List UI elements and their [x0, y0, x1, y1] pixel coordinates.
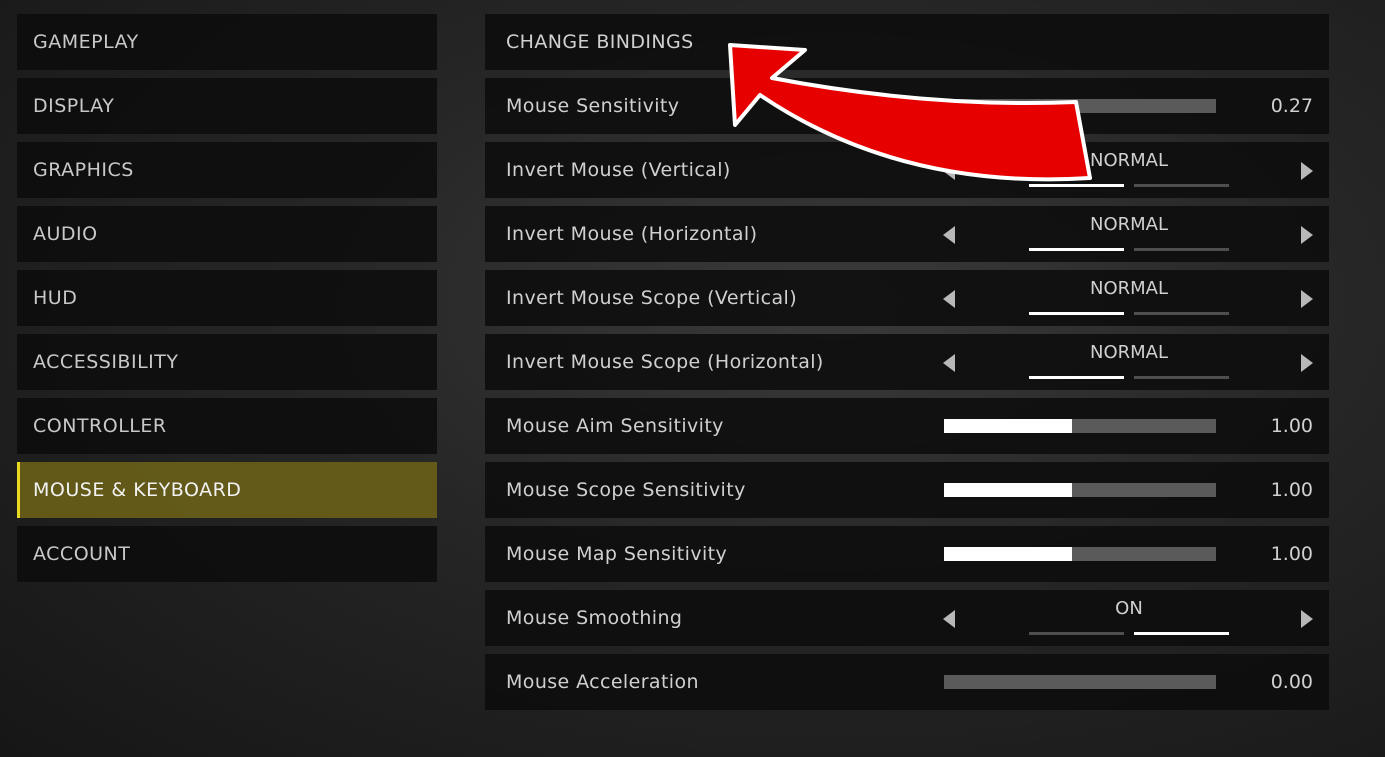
slider-track[interactable] — [944, 675, 1216, 689]
sidebar-item-audio[interactable]: AUDIO — [17, 206, 437, 262]
arrow-right-icon[interactable] — [1301, 290, 1313, 308]
slider-track[interactable] — [944, 99, 1216, 113]
setting-row: Invert Mouse Scope (Horizontal) NORMAL — [485, 334, 1329, 390]
arrow-left-icon[interactable] — [943, 162, 955, 180]
sidebar-item-label: ACCESSIBILITY — [33, 351, 179, 373]
slider-fill — [944, 99, 953, 113]
arrow-left-icon[interactable] — [943, 610, 955, 628]
option-indicator — [1029, 248, 1124, 251]
setting-row: Invert Mouse (Vertical) NORMAL — [485, 142, 1329, 198]
setting-row: Mouse Sensitivity 0.27 — [485, 78, 1329, 134]
slider-track[interactable] — [944, 483, 1216, 497]
sidebar-item-label: DISPLAY — [33, 95, 115, 117]
slider-value: 1.00 — [1270, 479, 1313, 501]
setting-row: Mouse Map Sensitivity 1.00 — [485, 526, 1329, 582]
slider-value: 0.00 — [1270, 671, 1313, 693]
setting-row: Mouse Aim Sensitivity 1.00 — [485, 398, 1329, 454]
selected-option: NORMAL — [1089, 278, 1168, 299]
selected-option: NORMAL — [1089, 342, 1168, 363]
setting-row: Mouse Smoothing ON — [485, 590, 1329, 646]
slider-fill — [944, 419, 1072, 433]
setting-row: Invert Mouse (Horizontal) NORMAL — [485, 206, 1329, 262]
setting-label: Mouse Map Sensitivity — [506, 543, 728, 565]
setting-label: Invert Mouse (Horizontal) — [506, 223, 758, 245]
sidebar-item-label: HUD — [33, 287, 78, 309]
sidebar-item-mouse-keyboard[interactable]: MOUSE & KEYBOARD — [17, 462, 437, 518]
sidebar-item-label: GRAPHICS — [33, 159, 134, 181]
option-indicator — [1134, 376, 1229, 379]
slider-track[interactable] — [944, 419, 1216, 433]
sidebar-item-accessibility[interactable]: ACCESSIBILITY — [17, 334, 437, 390]
sidebar-item-label: MOUSE & KEYBOARD — [33, 479, 242, 501]
sidebar-item-account[interactable]: ACCOUNT — [17, 526, 437, 582]
setting-row: Invert Mouse Scope (Vertical) NORMAL — [485, 270, 1329, 326]
option-indicator — [1134, 312, 1229, 315]
sidebar-item-label: GAMEPLAY — [33, 31, 139, 53]
option-indicator — [1029, 632, 1124, 635]
option-indicator — [1029, 312, 1124, 315]
setting-row: Mouse Acceleration 0.00 — [485, 654, 1329, 710]
setting-label: CHANGE BINDINGS — [506, 31, 694, 53]
arrow-left-icon[interactable] — [943, 290, 955, 308]
slider-value: 1.00 — [1270, 543, 1313, 565]
slider-fill — [944, 547, 1072, 561]
arrow-right-icon[interactable] — [1301, 226, 1313, 244]
option-indicator — [1029, 184, 1124, 187]
setting-label: Mouse Sensitivity — [506, 95, 680, 117]
sidebar-item-graphics[interactable]: GRAPHICS — [17, 142, 437, 198]
sidebar-item-label: ACCOUNT — [33, 543, 131, 565]
arrow-right-icon[interactable] — [1301, 354, 1313, 372]
slider-value: 0.27 — [1270, 95, 1313, 117]
option-indicator — [1134, 248, 1229, 251]
setting-row: Mouse Scope Sensitivity 1.00 — [485, 462, 1329, 518]
option-indicator — [1134, 184, 1229, 187]
setting-label: Invert Mouse Scope (Horizontal) — [506, 351, 824, 373]
change-bindings-button[interactable]: CHANGE BINDINGS — [485, 14, 1329, 70]
slider-track[interactable] — [944, 547, 1216, 561]
sidebar-item-label: CONTROLLER — [33, 415, 167, 437]
setting-label: Mouse Smoothing — [506, 607, 683, 629]
sidebar-item-hud[interactable]: HUD — [17, 270, 437, 326]
setting-label: Mouse Acceleration — [506, 671, 699, 693]
sidebar-item-display[interactable]: DISPLAY — [17, 78, 437, 134]
slider-fill — [944, 483, 1072, 497]
setting-label: Invert Mouse Scope (Vertical) — [506, 287, 798, 309]
arrow-right-icon[interactable] — [1301, 162, 1313, 180]
setting-label: Mouse Aim Sensitivity — [506, 415, 724, 437]
option-indicator — [1134, 632, 1229, 635]
arrow-left-icon[interactable] — [943, 354, 955, 372]
slider-value: 1.00 — [1270, 415, 1313, 437]
sidebar-item-label: AUDIO — [33, 223, 98, 245]
setting-label: Mouse Scope Sensitivity — [506, 479, 746, 501]
arrow-left-icon[interactable] — [943, 226, 955, 244]
setting-label: Invert Mouse (Vertical) — [506, 159, 731, 181]
selected-option: ON — [1115, 598, 1143, 619]
selected-option: NORMAL — [1089, 214, 1168, 235]
option-indicator — [1029, 376, 1124, 379]
arrow-right-icon[interactable] — [1301, 610, 1313, 628]
sidebar-item-controller[interactable]: CONTROLLER — [17, 398, 437, 454]
selected-option: NORMAL — [1089, 150, 1168, 171]
sidebar-item-gameplay[interactable]: GAMEPLAY — [17, 14, 437, 70]
